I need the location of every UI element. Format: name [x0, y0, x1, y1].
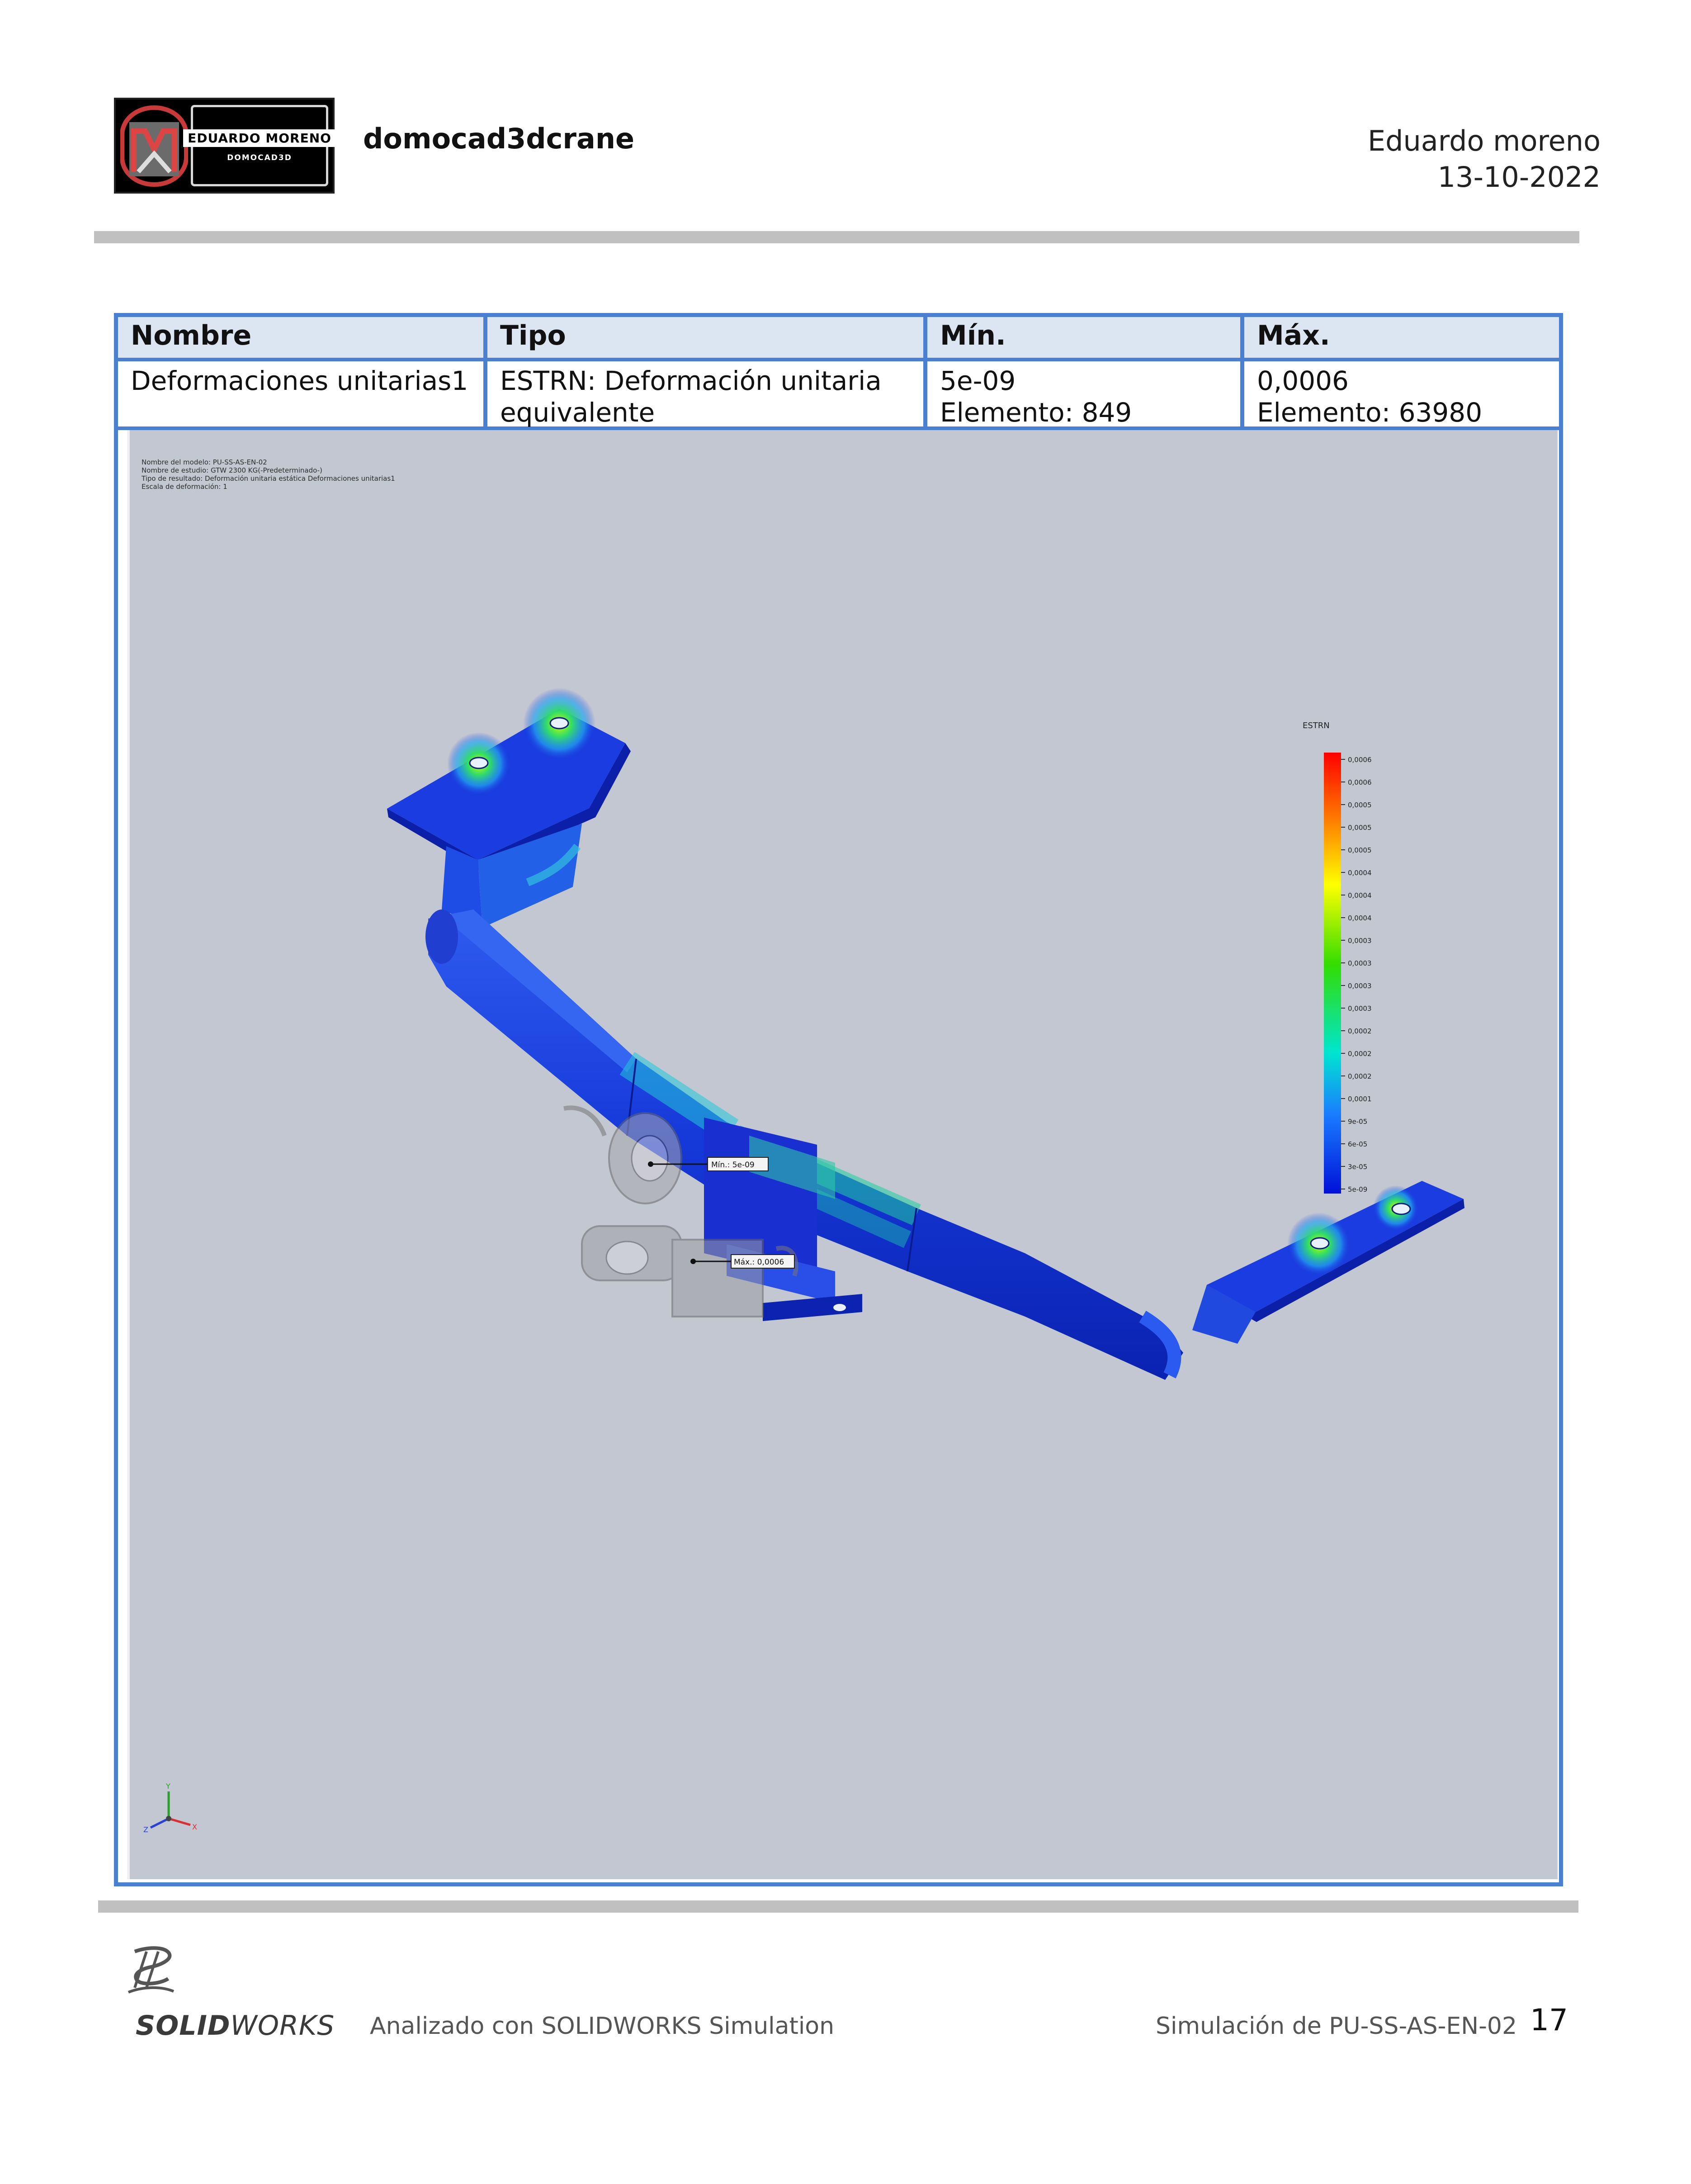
- logo-subtitle: DOMOCAD3D: [227, 153, 292, 162]
- cell-nombre: Deformaciones unitarias1: [118, 361, 487, 426]
- cell-min: 5e-09 Elemento: 849: [927, 361, 1244, 428]
- brand-bold: SOLID: [136, 2010, 231, 2042]
- right-bracket: [1192, 1181, 1464, 1344]
- column-header-min: Mín.: [927, 317, 1244, 358]
- cell-tipo-line-2: equivalente: [500, 397, 655, 428]
- project-title: domocad3dcrane: [363, 122, 635, 155]
- legend-tick-label: 0,0002: [1348, 1050, 1372, 1058]
- column-header-nombre: Nombre: [118, 317, 487, 358]
- triad-z-label: Z: [143, 1825, 148, 1834]
- legend-tick-label: 0,0003: [1348, 1004, 1372, 1013]
- simulation-plot: Nombre del modelo: PU-SS-AS-EN-02 Nombre…: [127, 430, 1558, 1879]
- header-meta: Eduardo moreno 13-10-2022: [1368, 123, 1601, 195]
- header-divider: [94, 231, 1579, 243]
- report-date: 13-10-2022: [1437, 161, 1601, 194]
- logo-text-box: EDUARDO MORENO DOMOCAD3D: [183, 105, 336, 186]
- company-logo: EDUARDO MORENO DOMOCAD3D: [114, 98, 336, 194]
- strain-render: Mín.: 5e-09 Máx.: 0,0006 ESTRN 0,00060,0…: [143, 688, 1464, 1834]
- legend-tick-labels: 0,0006 0,0006 0,0005 0,0005 0,0005 0,0004 0,00…: [1341, 756, 1372, 1194]
- table-row: Deformaciones unitarias1 ESTRN: Deformac…: [118, 361, 1559, 430]
- table-header-row: Nombre Tipo Mín. Máx.: [118, 317, 1559, 361]
- column-header-max: Máx.: [1244, 317, 1559, 358]
- legend-tick-label: 5e-09: [1348, 1185, 1367, 1194]
- cell-max: 0,0006 Elemento: 63980: [1244, 361, 1559, 428]
- footer-analyzed-with: Analizado con SOLIDWORKS Simulation: [370, 2013, 835, 2040]
- legend-tick-label: 0,0005: [1348, 824, 1372, 832]
- triad-y-label: Y: [165, 1782, 170, 1791]
- logo-mark-icon: [120, 105, 188, 187]
- cell-tipo-line-1: ESTRN: Deformación unitaria: [500, 365, 882, 396]
- legend-tick-label: 0,0005: [1348, 846, 1372, 854]
- legend-tick-label: 9e-05: [1348, 1118, 1367, 1126]
- legend-tick-label: 0,0004: [1348, 869, 1372, 877]
- legend-tick-label: 0,0005: [1348, 801, 1372, 809]
- max-element: Elemento: 63980: [1257, 397, 1483, 428]
- legend-tick-label: 0,0006: [1348, 756, 1372, 764]
- solidworks-wordmark: SOLIDWORKS: [136, 2010, 335, 2042]
- legend-tick-label: 0,0003: [1348, 959, 1372, 967]
- max-value: 0,0006: [1257, 365, 1349, 396]
- max-probe-label: Máx.: 0,0006: [734, 1258, 784, 1267]
- footer-simulation-name: Simulación de PU-SS-AS-EN-02: [1156, 2013, 1517, 2040]
- page-number: 17: [1530, 2003, 1568, 2037]
- min-value: 5e-09: [940, 365, 1016, 396]
- results-table: Nombre Tipo Mín. Máx. Deformaciones unit…: [114, 313, 1563, 1886]
- legend-tick-label: 3e-05: [1348, 1163, 1367, 1171]
- legend-tick-label: 0,0003: [1348, 982, 1372, 990]
- left-bracket: [387, 688, 631, 928]
- axis-triad-icon: Y X Z: [143, 1782, 197, 1834]
- legend-tick-label: 6e-05: [1348, 1140, 1367, 1148]
- author-name: Eduardo moreno: [1367, 124, 1601, 157]
- cell-tipo: ESTRN: Deformación unitaria equivalente: [487, 361, 927, 428]
- legend-tick-label: 0,0002: [1348, 1027, 1372, 1035]
- legend-tick-label: 0,0006: [1348, 778, 1372, 786]
- logo-name: EDUARDO MORENO: [183, 129, 336, 147]
- legend-tick-label: 0,0004: [1348, 891, 1372, 900]
- legend-tick-label: 0,0001: [1348, 1095, 1372, 1103]
- min-element: Elemento: 849: [940, 397, 1132, 428]
- legend-tick-label: 0,0002: [1348, 1072, 1372, 1080]
- strain-legend: ESTRN 0,00060,00060,00050,00050,00050,00…: [1303, 721, 1372, 1194]
- brand-light: WORKS: [230, 2010, 335, 2042]
- triad-x-label: X: [192, 1823, 197, 1831]
- legend-title: ESTRN: [1303, 721, 1330, 730]
- legend-tick-label: 0,0004: [1348, 914, 1372, 922]
- legend-tick-label: 0,0003: [1348, 937, 1372, 945]
- column-header-tipo: Tipo: [487, 317, 927, 358]
- footer-divider: [98, 1900, 1578, 1913]
- min-probe-label: Mín.: 5e-09: [711, 1161, 755, 1170]
